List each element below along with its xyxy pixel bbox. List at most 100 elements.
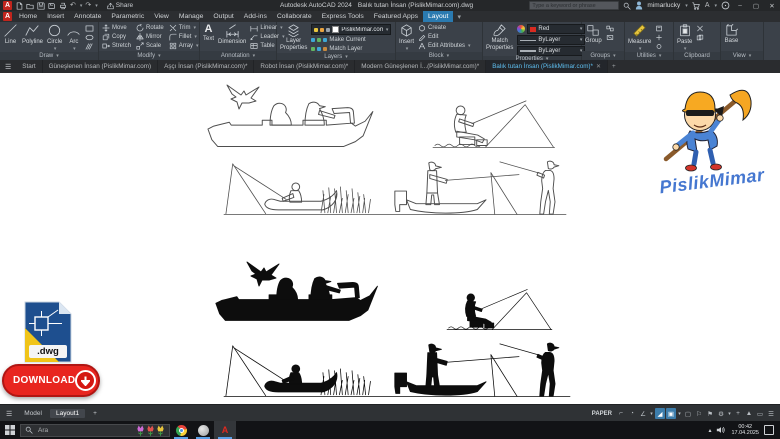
autodesk-icon[interactable]: A xyxy=(705,2,710,9)
panel-title-groups[interactable]: Groups▾ xyxy=(582,51,624,60)
doc-tab-robot[interactable]: Robot İnsan (PislikMimar.com)* xyxy=(254,60,355,73)
share-button[interactable]: Share xyxy=(107,2,133,10)
tab-insert[interactable]: Insert xyxy=(42,11,69,22)
new-drawing-button[interactable]: + xyxy=(608,60,620,73)
line-tool[interactable]: Line xyxy=(3,23,18,46)
save-icon[interactable] xyxy=(37,2,45,10)
autodesk-dropdown-icon[interactable]: ▾ xyxy=(714,3,717,9)
workspace-icon[interactable]: ⚑ xyxy=(705,408,715,419)
annotation-monitor-icon[interactable]: ⚐ xyxy=(694,408,704,419)
tab-parametric[interactable]: Parametric xyxy=(106,11,149,22)
customization-menu-icon[interactable]: ☰ xyxy=(766,408,776,419)
tab-start[interactable]: Start xyxy=(16,60,42,73)
rotate-tool[interactable]: Rotate xyxy=(136,24,164,32)
save-as-icon[interactable] xyxy=(48,2,56,10)
minimize-button[interactable]: – xyxy=(734,2,746,9)
help-search-input[interactable] xyxy=(529,1,619,10)
color-dropdown[interactable]: Red ▾ xyxy=(527,24,585,34)
doc-tab-asci[interactable]: Aşçı İnsan (PislikMimar.com)* xyxy=(158,60,254,73)
model-tab[interactable]: Model xyxy=(18,409,48,418)
tray-expand-icon[interactable]: ▴ xyxy=(708,427,711,434)
ortho-icon[interactable]: ⌐ xyxy=(616,408,626,419)
move-tool[interactable]: Move xyxy=(102,24,131,32)
edit-attributes-tool[interactable]: Edit Attributes▾ xyxy=(418,42,471,50)
isodraft-icon[interactable]: ∠ xyxy=(638,408,648,419)
redo-dropdown-icon[interactable]: ▾ xyxy=(95,3,98,9)
tab-output[interactable]: Output xyxy=(208,11,238,22)
paste-tool[interactable]: Paste▾ xyxy=(677,23,692,52)
group-extra-tools[interactable] xyxy=(606,23,614,41)
tab-view[interactable]: View xyxy=(149,11,174,22)
osnap-dropdown-icon[interactable]: ▾ xyxy=(677,408,682,419)
isodraft-dropdown-icon[interactable]: ▾ xyxy=(649,408,654,419)
mirror-tool[interactable]: Mirror xyxy=(136,33,164,41)
panel-title-modify[interactable]: Modify▾ xyxy=(99,51,199,60)
panel-title-layers[interactable]: Layers▾ xyxy=(277,53,395,60)
new-file-icon[interactable] xyxy=(16,2,23,10)
tab-home[interactable]: Home xyxy=(14,11,42,22)
panel-title-utilities[interactable]: Utilities▾ xyxy=(625,52,673,60)
help-icon[interactable] xyxy=(721,1,730,10)
clipboard-extra-tools[interactable] xyxy=(696,23,704,41)
download-button[interactable]: DOWNLOAD xyxy=(2,364,100,397)
tab-add-ins[interactable]: Add-ins xyxy=(239,11,272,22)
new-layout-button[interactable]: + xyxy=(87,409,103,418)
start-button[interactable] xyxy=(0,425,20,435)
paper-space-toggle[interactable]: PAPER xyxy=(592,411,612,417)
layout1-tab[interactable]: Layout1 xyxy=(50,409,85,418)
app-menu-button[interactable]: A xyxy=(3,1,12,10)
doc-tabs-menu-icon[interactable]: ☰ xyxy=(0,60,16,73)
tab-layout[interactable]: Layout xyxy=(423,11,453,22)
tab-express-tools[interactable]: Express Tools xyxy=(317,11,369,22)
osnap-tracking-icon[interactable]: ◢ xyxy=(655,408,665,419)
redo-icon[interactable]: ↷ xyxy=(85,2,91,9)
clock[interactable]: 00:42 17.04.2025 xyxy=(731,424,759,436)
taskbar-search-input[interactable] xyxy=(36,426,133,435)
user-dropdown-icon[interactable]: ▾ xyxy=(685,3,688,9)
gear-dropdown-icon[interactable]: ▾ xyxy=(727,408,732,419)
dimension-tool[interactable]: Dimension xyxy=(218,23,246,46)
scale-tool[interactable]: Scale xyxy=(136,42,164,50)
action-center-icon[interactable] xyxy=(764,425,774,435)
tab-collaborate[interactable]: Collaborate xyxy=(272,11,317,22)
trim-tool[interactable]: Trim▾ xyxy=(169,24,199,32)
clean-screen-icon[interactable]: ▭ xyxy=(755,408,765,419)
edit-block-tool[interactable]: Edit xyxy=(418,33,471,41)
polyline-tool[interactable]: Polyline xyxy=(22,23,43,46)
layout-menu-icon[interactable]: ☰ xyxy=(0,410,18,418)
arc-tool[interactable]: Arc▾ xyxy=(66,23,81,52)
make-current-tool[interactable]: Make Current xyxy=(311,36,391,44)
tab-manage[interactable]: Manage xyxy=(174,11,209,22)
undo-icon[interactable]: ↶ xyxy=(70,2,76,9)
close-button[interactable]: ✕ xyxy=(766,2,778,10)
layer-dropdown[interactable]: PislikMimar.com ▾ xyxy=(311,24,391,35)
osnap-icon[interactable]: ▣ xyxy=(666,408,676,419)
match-properties-tool[interactable]: MatchProperties xyxy=(486,23,513,51)
create-block-tool[interactable]: Create xyxy=(418,24,471,32)
lineweight-dropdown[interactable]: ByLayer▾ xyxy=(517,46,585,56)
app-menu-tile[interactable]: A xyxy=(3,12,12,21)
polar-tracking-icon[interactable]: ◔ xyxy=(627,408,637,419)
insert-tool[interactable]: Insert▾ xyxy=(399,23,414,52)
draw-extra-tools[interactable] xyxy=(85,23,94,50)
doc-tab-balik-tutan[interactable]: Balık tutan İnsan (PislikMimar.com)*✕ xyxy=(486,60,608,73)
cart-icon[interactable] xyxy=(692,2,701,10)
color-wheel-icon[interactable] xyxy=(517,25,525,33)
match-layer-tool[interactable]: Match Layer xyxy=(311,45,391,53)
panel-title-block[interactable]: Block▾ xyxy=(396,52,482,60)
graphics-performance-icon[interactable]: ▲ xyxy=(744,408,754,419)
undo-dropdown-icon[interactable]: ▾ xyxy=(80,3,83,9)
close-tab-icon[interactable]: ✕ xyxy=(596,63,601,70)
tab-annotate[interactable]: Annotate xyxy=(69,11,106,22)
base-tool[interactable]: Base xyxy=(724,23,739,45)
ribbon-collapse-icon[interactable]: ▾ xyxy=(457,11,460,22)
doc-tab-guneslenen[interactable]: Güneşlenen İnsan (PislikMimar.com) xyxy=(43,60,159,73)
panel-title-annotation[interactable]: Annotation▾ xyxy=(200,51,276,60)
linetype-dropdown[interactable]: ByLayer▾ xyxy=(517,35,585,45)
maximize-button[interactable]: ▢ xyxy=(750,2,762,10)
app-taskbar-button[interactable] xyxy=(192,421,214,439)
taskbar-search[interactable] xyxy=(20,424,170,437)
username[interactable]: mimarlucky xyxy=(647,2,680,9)
stretch-tool[interactable]: Stretch xyxy=(102,42,131,50)
copy-tool[interactable]: Copy xyxy=(102,33,131,41)
